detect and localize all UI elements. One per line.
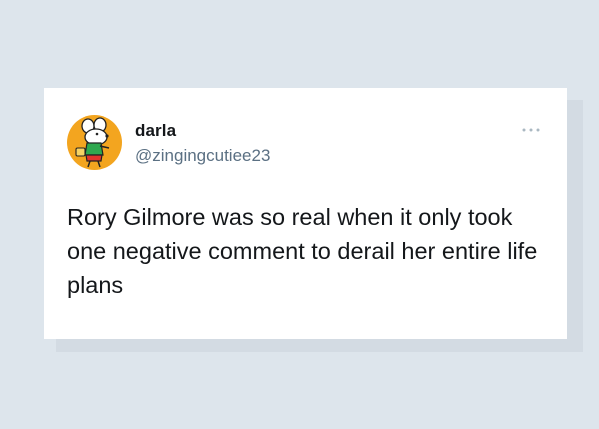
author-display-name[interactable]: darla [135,121,176,141]
author-handle[interactable]: @zingingcutiee23 [135,146,270,166]
maisy-mouse-avatar-icon [75,117,110,168]
tweet-card: darla @zingingcutiee23 Rory Gilmore was … [44,88,567,339]
more-dots-icon[interactable] [520,123,542,135]
tweet-text: Rory Gilmore was so real when it only to… [67,204,538,298]
avatar[interactable] [67,115,122,170]
